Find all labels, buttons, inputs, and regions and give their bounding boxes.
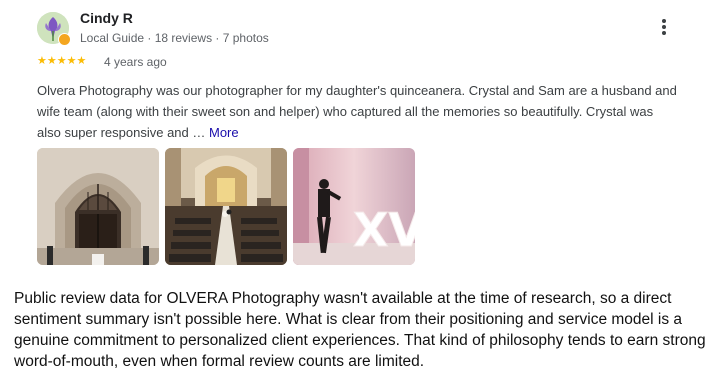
more-vert-icon[interactable] bbox=[657, 16, 671, 38]
xv-letters: XV bbox=[353, 203, 415, 257]
local-guide-badge-icon bbox=[58, 33, 71, 46]
review-photo-church-interior[interactable] bbox=[165, 148, 287, 265]
reviewer-meta: Local Guide · 18 reviews · 7 photos bbox=[80, 31, 269, 45]
review-summary-paragraph: Public review data for OLVERA Photograph… bbox=[14, 290, 706, 370]
reviewer-name[interactable]: Cindy R bbox=[80, 10, 133, 26]
review-card: Cindy R Local Guide · 18 reviews · 7 pho… bbox=[0, 0, 727, 278]
star-rating: ★★★★★ bbox=[37, 55, 87, 67]
review-body: Olvera Photography was our photographer … bbox=[37, 83, 677, 140]
review-photo-church-entrance[interactable] bbox=[37, 148, 159, 265]
review-date: 4 years ago bbox=[104, 55, 167, 69]
review-text: Olvera Photography was our photographer … bbox=[37, 80, 677, 143]
review-photo-reception-xv[interactable]: XV bbox=[293, 148, 415, 265]
more-link[interactable]: More bbox=[209, 125, 239, 140]
